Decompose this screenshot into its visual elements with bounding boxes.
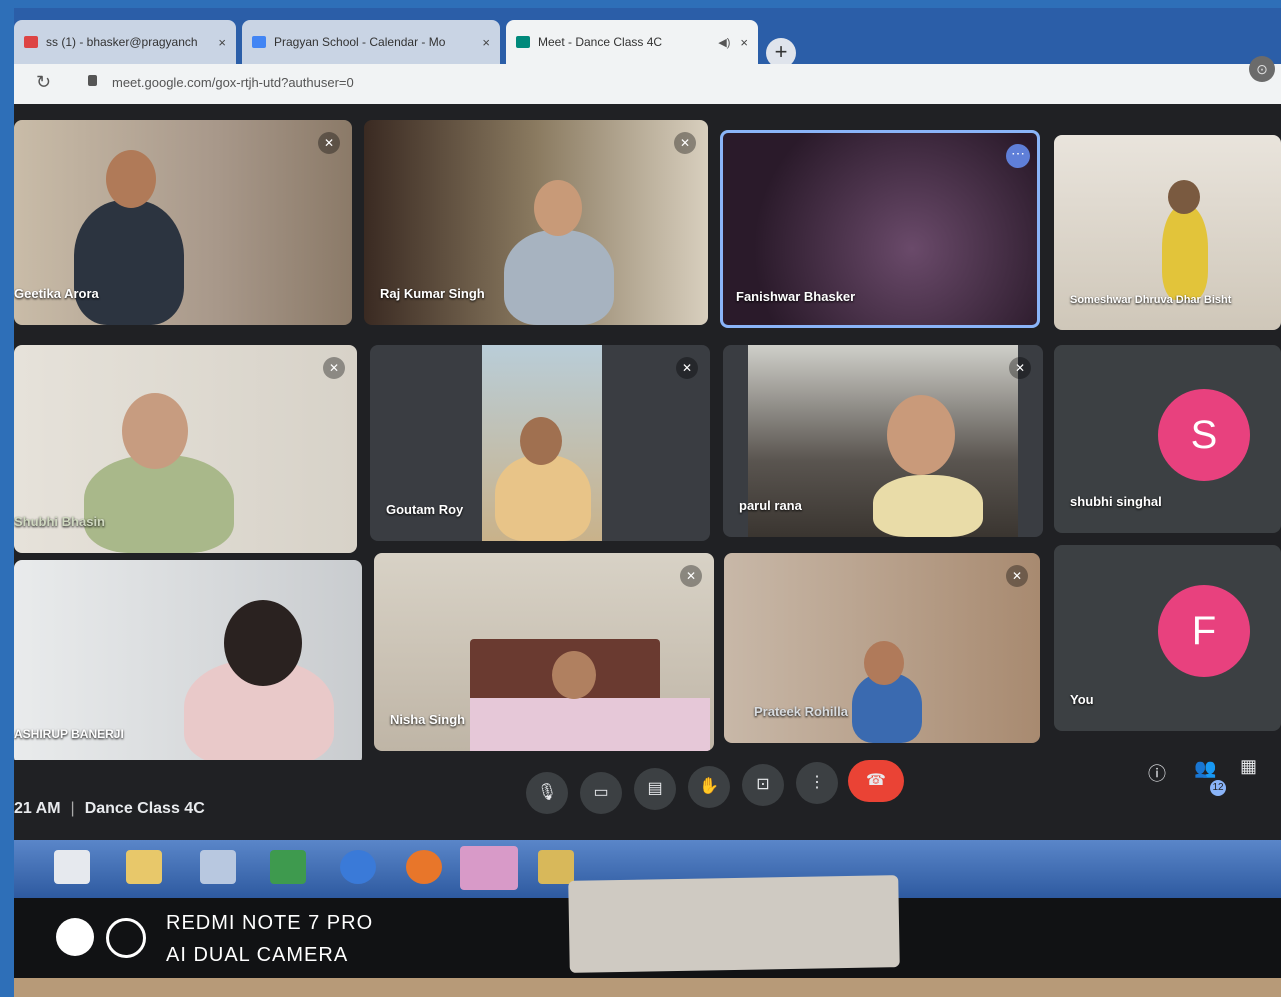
mic-off-icon: 🎙 [536,784,558,801]
camera-button[interactable]: ▭ [580,772,622,814]
mic-off-icon: ✕ [323,357,345,379]
more-options-icon[interactable]: ⋯ [1006,144,1030,168]
leave-call-button[interactable]: ☎ [848,760,904,802]
internet-explorer-icon[interactable] [340,850,376,884]
mic-off-icon: ✕ [1006,565,1028,587]
participant-name: Raj Kumar Singh [380,286,485,301]
end-call-icon: ☎ [866,772,886,789]
meeting-time: 21 AM [14,800,61,817]
participant-name: Nisha Singh [390,712,466,727]
participant-name: Goutam Roy [386,502,464,517]
participant-name: Someshwar Dhruva Dhar Bisht [1070,294,1232,306]
gmail-icon [24,36,38,48]
participant-count-badge: 12 [1210,780,1226,796]
media-player-icon[interactable] [538,850,574,884]
avatar: F [1158,585,1250,677]
tab-gmail[interactable]: ss (1) - bhasker@pragyanch × [14,20,236,64]
captions-icon: ▤ [647,780,663,797]
file-explorer-icon[interactable] [126,850,162,884]
mic-off-icon: ✕ [674,132,696,154]
desk [14,978,1281,997]
participant-tile[interactable]: Someshwar Dhruva Dhar Bisht [1054,135,1281,330]
mic-off-icon: ✕ [318,132,340,154]
photo-frame: ss (1) - bhasker@pragyanch × Pragyan Sch… [14,8,1281,997]
participant-video [74,200,184,325]
tab-label: Pragyan School - Calendar - Mo [274,35,446,49]
meet-icon [516,36,530,48]
participant-name: You [1070,692,1094,707]
monitor-screen: ss (1) - bhasker@pragyanch × Pragyan Sch… [14,8,1281,908]
meeting-details: 21 AM | Dance Class 4C [14,800,205,818]
calculator-icon[interactable] [200,850,236,884]
paint-icon[interactable] [460,846,518,890]
participant-tile[interactable]: ✕ Shubhi Bhasin [14,345,357,553]
meeting-title[interactable]: Dance Class 4C [85,800,205,817]
mic-off-icon: ✕ [680,565,702,587]
url-field[interactable]: meet.google.com/gox-rtjh-utd?authuser=0 [112,75,354,90]
participant-name: shubhi singhal [1070,494,1162,509]
watermark-ring-icon [106,918,146,958]
participant-grid: ✕ Geetika Arora ✕ Raj Kumar Singh ⋯ Fani… [14,110,1281,765]
participant-tile[interactable]: S shubhi singhal [1054,345,1281,533]
participant-tile[interactable]: ✕ Raj Kumar Singh [364,120,708,325]
excel-icon[interactable] [270,850,306,884]
present-screen-icon: ⊡ [756,776,770,793]
mic-off-icon: ✕ [1009,357,1031,379]
participant-tile-self[interactable]: F You [1054,545,1281,731]
tab-calendar[interactable]: Pragyan School - Calendar - Mo × [242,20,500,64]
participant-name: Fanishwar Bhasker [736,289,856,304]
captions-button[interactable]: ▤ [634,768,676,810]
close-tab-icon[interactable]: × [218,35,226,50]
chat-icon[interactable]: ▦ [1240,756,1257,777]
camera-icon: ▭ [593,784,609,801]
participant-name: ASHIRUP BANERJI [14,727,124,741]
separator: | [70,800,75,817]
browser-tab-bar: ss (1) - bhasker@pragyanch × Pragyan Sch… [14,8,1281,68]
participant-tile[interactable]: ✕ parul rana [723,345,1043,537]
participant-tile-active-speaker[interactable]: ⋯ Fanishwar Bhasker [720,130,1040,328]
extension-icon[interactable]: ⊙ [1249,56,1275,82]
participant-tile[interactable]: ASHIRUP BANERJI [14,560,362,765]
watermark-line-1: REDMI NOTE 7 PRO [166,912,374,934]
watermark-circle-icon [56,918,94,956]
lock-icon [88,75,97,86]
address-bar: ↻ meet.google.com/gox-rtjh-utd?authuser=… [14,64,1281,104]
people-icon[interactable]: 👥 [1194,758,1216,779]
watermark-line-2: AI DUAL CAMERA [166,944,349,966]
participant-name: Prateek Rohilla [754,704,848,719]
microphone-button[interactable]: 🎙 [526,772,568,814]
firefox-icon[interactable] [406,850,442,884]
present-button[interactable]: ⊡ [742,764,784,806]
participant-name: Shubhi Bhasin [14,514,105,529]
raise-hand-button[interactable]: ✋ [688,766,730,808]
participant-tile[interactable]: ✕ Nisha Singh [374,553,714,751]
bed [470,698,710,751]
tab-meet[interactable]: Meet - Dance Class 4C ◀) × [506,20,758,64]
notepad-icon[interactable] [54,850,90,884]
meeting-info-icon[interactable]: ⓘ [1148,760,1166,786]
tab-label: Meet - Dance Class 4C [538,35,663,49]
close-tab-icon[interactable]: × [482,35,490,50]
participant-name: parul rana [739,498,802,513]
hand-icon: ✋ [699,778,719,795]
calendar-icon [252,36,266,48]
close-tab-icon[interactable]: × [740,35,748,50]
more-options-button[interactable]: ⋮ [796,762,838,804]
reload-icon[interactable]: ↻ [36,72,51,93]
speaker-icon: ◀) [718,36,731,49]
participant-name: Geetika Arora [14,286,99,301]
avatar: S [1158,389,1250,481]
participant-tile[interactable]: ✕ Prateek Rohilla [724,553,1040,743]
tape-strip [568,875,900,973]
participant-tile[interactable]: ✕ Goutam Roy [370,345,710,541]
tab-label: ss (1) - bhasker@pragyanch [46,35,198,49]
more-vert-icon: ⋮ [809,774,825,791]
participant-tile[interactable]: ✕ Geetika Arora [14,120,352,325]
meet-control-bar: 21 AM | Dance Class 4C 🎙 ▭ ▤ ✋ ⊡ ⋮ ☎ ⓘ 👥 1… [14,756,1281,840]
mic-off-icon: ✕ [676,357,698,379]
